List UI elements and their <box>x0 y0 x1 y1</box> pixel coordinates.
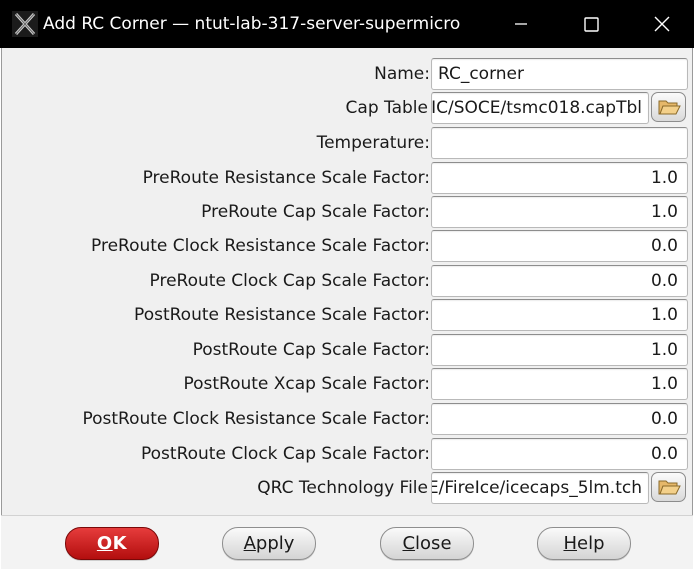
postroute-cap-input[interactable]: 1.0 <box>431 334 688 366</box>
preroute-clk-res-input[interactable]: 0.0 <box>431 230 688 262</box>
close-mnemonic: C <box>402 533 416 554</box>
postroute-res-row: PostRoute Resistance Scale Factor: 1.0 <box>0 298 694 332</box>
apply-label-rest: pply <box>255 533 295 554</box>
apply-button[interactable]: Apply <box>222 527 316 560</box>
close-window-button[interactable] <box>639 0 685 48</box>
folder-open-icon <box>658 100 681 115</box>
ok-button[interactable]: OK <box>65 527 159 560</box>
postroute-clk-cap-input[interactable]: 0.0 <box>431 438 688 470</box>
postroute-xcap-input[interactable]: 1.0 <box>431 368 688 400</box>
preroute-cap-label: PreRoute Cap Scale Factor: <box>201 202 430 222</box>
maximize-icon <box>583 16 599 32</box>
postroute-res-input[interactable]: 1.0 <box>431 299 688 331</box>
cap-table-input[interactable]: IC/SOCE/tsmc018.capTbl <box>431 92 649 124</box>
close-label-rest: lose <box>415 533 452 554</box>
apply-mnemonic: A <box>243 533 256 554</box>
close-icon <box>654 16 670 32</box>
preroute-cap-input[interactable]: 1.0 <box>431 196 688 228</box>
postroute-clk-res-input[interactable]: 0.0 <box>431 403 688 435</box>
temperature-row: Temperature: <box>0 126 694 160</box>
window-title: Add RC Corner — ntut-lab-317-server-supe… <box>43 14 461 34</box>
qrc-tech-row: QRC Technology File E/FireIce/icecaps_5l… <box>0 471 694 505</box>
button-bar: OK Apply Close Help <box>1 515 693 569</box>
postroute-cap-row: PostRoute Cap Scale Factor: 1.0 <box>0 333 694 367</box>
ok-label-rest: K <box>112 533 128 554</box>
temperature-label: Temperature: <box>316 133 430 153</box>
cap-table-browse-button[interactable] <box>651 92 686 122</box>
preroute-res-row: PreRoute Resistance Scale Factor: 1.0 <box>0 161 694 195</box>
app-x-icon <box>12 11 38 37</box>
title-bar[interactable]: Add RC Corner — ntut-lab-317-server-supe… <box>0 0 694 48</box>
preroute-clk-res-row: PreRoute Clock Resistance Scale Factor: … <box>0 229 694 263</box>
preroute-clk-cap-input[interactable]: 0.0 <box>431 265 688 297</box>
preroute-res-input[interactable]: 1.0 <box>431 162 688 194</box>
postroute-cap-label: PostRoute Cap Scale Factor: <box>192 340 430 360</box>
name-label: Name: <box>374 64 430 84</box>
cap-table-row: Cap Table IC/SOCE/tsmc018.capTbl <box>0 91 694 125</box>
postroute-xcap-row: PostRoute Xcap Scale Factor: 1.0 <box>0 367 694 401</box>
postroute-clk-cap-row: PostRoute Clock Cap Scale Factor: 0.0 <box>0 437 694 471</box>
postroute-clk-res-label: PostRoute Clock Resistance Scale Factor: <box>82 409 430 429</box>
qrc-tech-label: QRC Technology File <box>257 478 428 498</box>
help-mnemonic: H <box>563 533 578 554</box>
preroute-clk-cap-label: PreRoute Clock Cap Scale Factor: <box>149 271 430 291</box>
postroute-res-label: PostRoute Resistance Scale Factor: <box>134 305 430 325</box>
help-button[interactable]: Help <box>537 527 631 560</box>
postroute-xcap-label: PostRoute Xcap Scale Factor: <box>183 374 430 394</box>
maximize-button[interactable] <box>568 0 614 48</box>
close-button[interactable]: Close <box>380 527 474 560</box>
qrc-tech-input[interactable]: E/FireIce/icecaps_5lm.tch <box>431 472 649 504</box>
minimize-icon <box>515 23 527 25</box>
temperature-input[interactable] <box>431 127 688 159</box>
preroute-clk-cap-row: PreRoute Clock Cap Scale Factor: 0.0 <box>0 264 694 298</box>
preroute-clk-res-label: PreRoute Clock Resistance Scale Factor: <box>91 236 430 256</box>
postroute-clk-res-row: PostRoute Clock Resistance Scale Factor:… <box>0 402 694 436</box>
minimize-button[interactable] <box>498 0 544 48</box>
name-input[interactable]: RC_corner <box>431 58 688 90</box>
preroute-cap-row: PreRoute Cap Scale Factor: 1.0 <box>0 195 694 229</box>
qrc-tech-value: E/FireIce/icecaps_5lm.tch <box>431 478 642 498</box>
postroute-clk-cap-label: PostRoute Clock Cap Scale Factor: <box>141 444 430 464</box>
cap-table-value: IC/SOCE/tsmc018.capTbl <box>431 98 642 118</box>
preroute-res-label: PreRoute Resistance Scale Factor: <box>142 168 430 188</box>
folder-open-icon <box>658 480 681 495</box>
qrc-tech-browse-button[interactable] <box>651 472 686 502</box>
name-row: Name: RC_corner <box>0 57 694 91</box>
ok-mnemonic: O <box>96 533 113 554</box>
help-label-rest: elp <box>577 533 605 554</box>
cap-table-label: Cap Table <box>345 98 428 118</box>
